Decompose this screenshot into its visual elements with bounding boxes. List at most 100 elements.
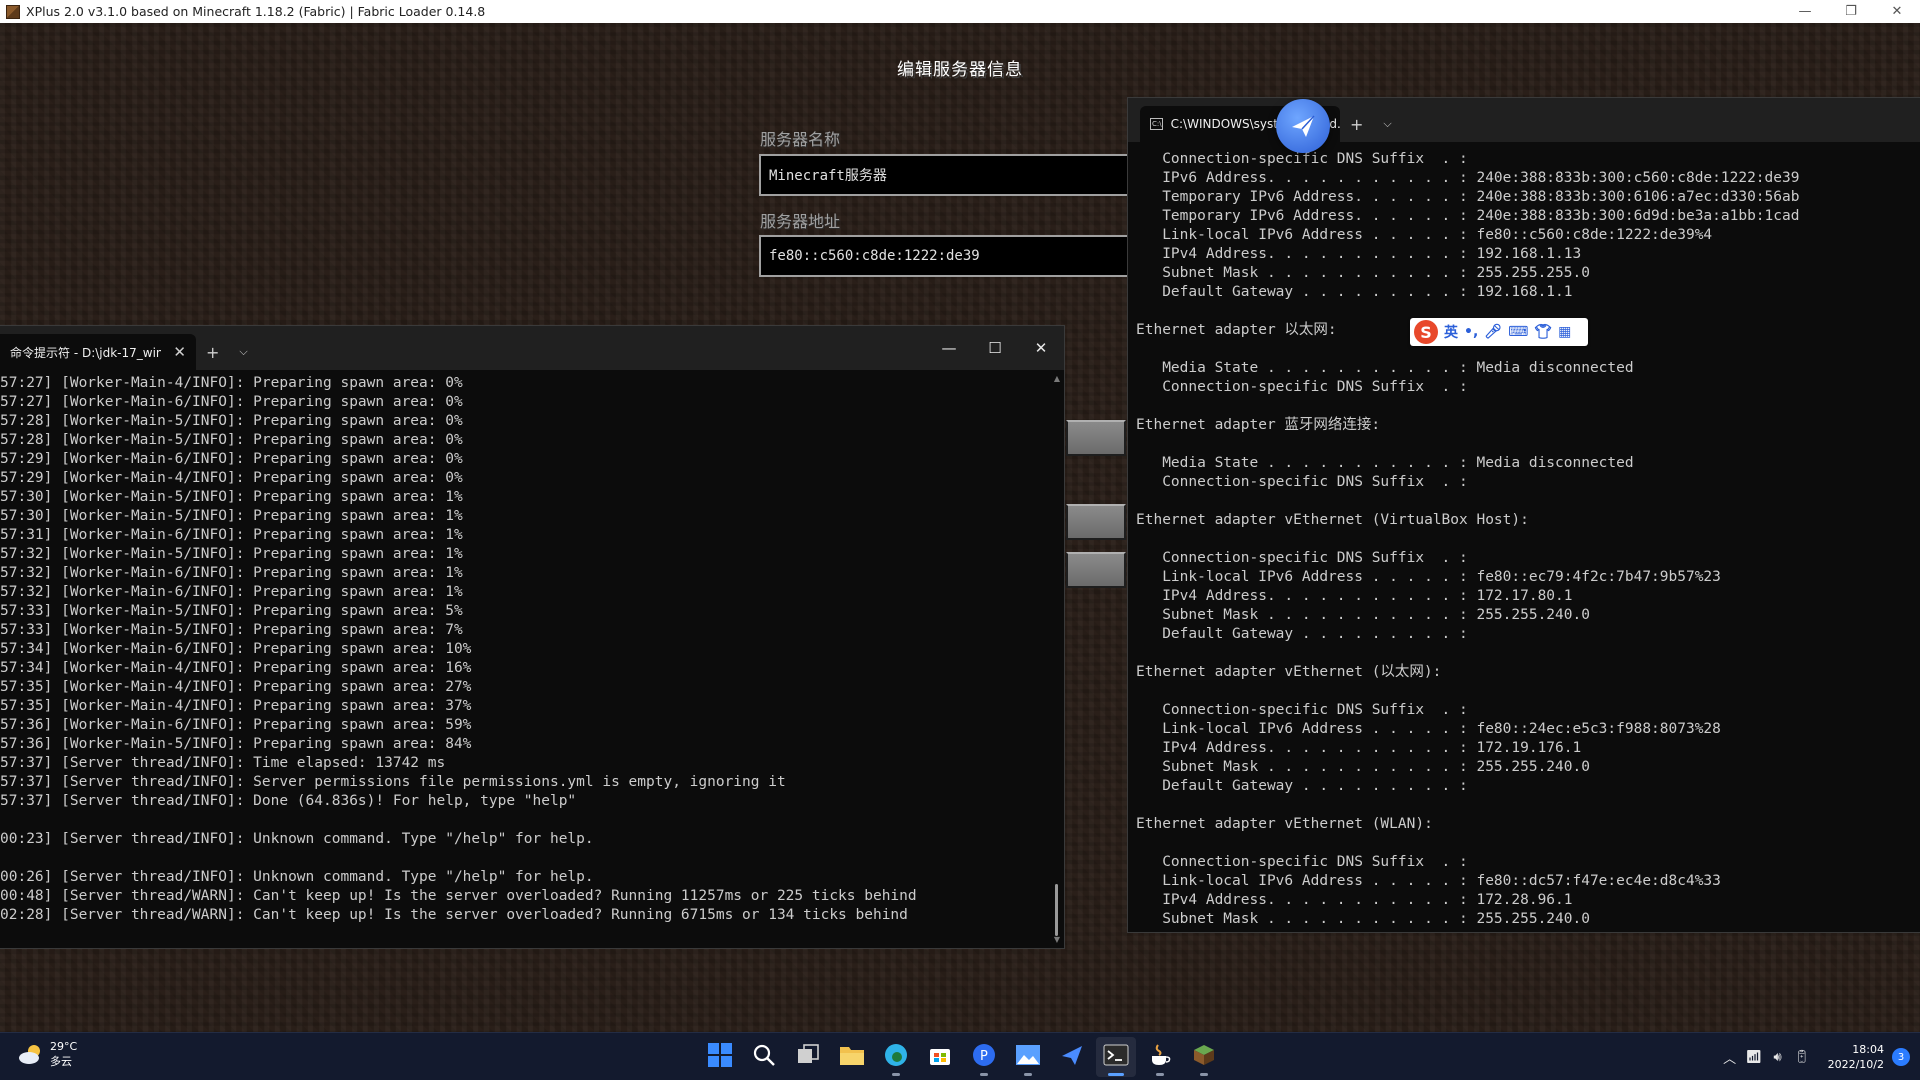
close-button[interactable]: ✕	[1018, 326, 1064, 370]
edge-icon	[883, 1042, 909, 1072]
scroll-up-icon[interactable]: ▲	[1052, 374, 1062, 383]
chevron-down-icon: ⌵	[239, 345, 248, 358]
terminal-line: Subnet Mask . . . . . . . . . . . : 255.…	[1136, 759, 1590, 775]
chevron-up-icon[interactable]: ︿	[1718, 1048, 1742, 1067]
scrollbar-thumb[interactable]	[1055, 884, 1058, 936]
battery-icon[interactable]: 🔋︎	[1790, 1050, 1814, 1065]
terminal-line: IPv4 Address. . . . . . . . . . . : 172.…	[1136, 892, 1573, 908]
terminal-line: 57:36] [Worker-Main-6/INFO]: Preparing s…	[0, 717, 472, 733]
terminal-line: Media State . . . . . . . . . . . : Medi…	[1136, 455, 1634, 471]
microphone-icon[interactable]: 🎤︎	[1484, 324, 1502, 340]
tab-dropdown-button[interactable]: ⌵	[1373, 106, 1401, 142]
terminal-line: IPv4 Address. . . . . . . . . . . : 172.…	[1136, 588, 1573, 604]
minimize-icon: —	[941, 339, 957, 357]
taskbar-button-photos[interactable]	[1008, 1037, 1048, 1077]
terminal-output[interactable]: 57:27] [Worker-Main-4/INFO]: Preparing s…	[0, 374, 1048, 948]
terminal-window-server[interactable]: 命令提示符 - D:\jdk-17_windo ✕ + ⌵ — ☐ ✕ 57:2…	[0, 325, 1065, 949]
terminal-line: 57:28] [Worker-Main-5/INFO]: Preparing s…	[0, 413, 463, 429]
grid-menu-icon[interactable]: ▦	[1558, 324, 1571, 340]
terminal-line: 02:28] [Server thread/WARN]: Can't keep …	[0, 907, 908, 923]
terminal-line: 57:34] [Worker-Main-4/INFO]: Preparing s…	[0, 660, 472, 676]
taskbar-button-search[interactable]	[744, 1037, 784, 1077]
terminal-window-ipconfig[interactable]: C:\ C:\WINDOWS\syste d. ✕ + ⌵ Connection…	[1127, 97, 1920, 933]
notification-badge[interactable]: 3	[1892, 1048, 1910, 1066]
close-icon: ✕	[1891, 4, 1903, 19]
taskbar-button-java[interactable]	[1140, 1037, 1180, 1077]
minecraft-button-partial[interactable]	[1066, 504, 1126, 540]
minimize-button[interactable]: —	[1782, 0, 1828, 23]
taskbar-button-start[interactable]	[700, 1037, 740, 1077]
terminal-tab[interactable]: 命令提示符 - D:\jdk-17_windo ✕	[0, 334, 196, 370]
taskbar-button-minecraft[interactable]	[1184, 1037, 1224, 1077]
terminal-line: Default Gateway . . . . . . . . . : 192.…	[1136, 284, 1573, 300]
weather-description: 多云	[50, 1055, 72, 1068]
close-tab-icon[interactable]: ✕	[173, 343, 186, 361]
terminal-line: IPv4 Address. . . . . . . . . . . : 172.…	[1136, 740, 1582, 756]
plus-icon: +	[206, 342, 220, 362]
terminal-line: Ethernet adapter vEthernet (WLAN):	[1136, 816, 1433, 832]
server-name-input[interactable]: Minecraft服务器	[759, 154, 1129, 196]
new-tab-button[interactable]: +	[1340, 106, 1373, 142]
minimize-button[interactable]: —	[926, 326, 972, 370]
terminal-scrollbar[interactable]: ▲ ▼	[1052, 374, 1062, 944]
terminal-line: 57:36] [Worker-Main-5/INFO]: Preparing s…	[0, 736, 472, 752]
terminal-line: 57:33] [Worker-Main-5/INFO]: Preparing s…	[0, 603, 463, 619]
taskbar-button-task-view[interactable]	[788, 1037, 828, 1077]
keyboard-icon[interactable]: ⌨	[1508, 324, 1528, 340]
tab-dropdown-button[interactable]: ⌵	[229, 334, 257, 370]
weather-widget[interactable]: 29°C 多云	[18, 1039, 77, 1069]
taskbar-button-store[interactable]	[920, 1037, 960, 1077]
taskbar-button-terminal[interactable]	[1096, 1037, 1136, 1077]
terminal-line: 57:35] [Worker-Main-4/INFO]: Preparing s…	[0, 679, 472, 695]
ime-language-toggle[interactable]: 英	[1444, 322, 1458, 342]
skin-icon[interactable]: 👕︎	[1534, 324, 1552, 340]
ime-punctuation-toggle[interactable]: •,	[1464, 324, 1478, 340]
terminal-line: IPv6 Address. . . . . . . . . . . : 240e…	[1136, 170, 1800, 186]
ime-toolbar[interactable]: S 英 •, 🎤︎ ⌨ 👕︎ ▦	[1410, 318, 1588, 346]
minecraft-window-titlebar[interactable]: XPlus 2.0 v3.1.0 based on Minecraft 1.18…	[0, 0, 1920, 23]
new-tab-button[interactable]: +	[196, 334, 229, 370]
minecraft-window-title: XPlus 2.0 v3.1.0 based on Minecraft 1.18…	[26, 4, 486, 19]
terminal-output[interactable]: Connection-specific DNS Suffix . : IPv6 …	[1128, 150, 1910, 932]
close-button[interactable]: ✕	[1874, 0, 1920, 23]
taskbar-pinned-apps: P	[700, 1037, 1224, 1077]
terminal-line: 57:32] [Worker-Main-5/INFO]: Preparing s…	[0, 546, 463, 562]
server-address-input[interactable]: fe80::c560:c8de:1222:de39	[759, 235, 1129, 277]
wifi-icon[interactable]: 📶︎	[1742, 1050, 1766, 1065]
restore-button[interactable]: ❐	[1828, 0, 1874, 23]
minecraft-button-partial[interactable]	[1066, 420, 1126, 456]
taskbar-button-file-explorer[interactable]	[832, 1037, 872, 1077]
feishu-icon	[1059, 1042, 1085, 1072]
terminal-line: Ethernet adapter vEthernet (VirtualBox H…	[1136, 512, 1529, 528]
terminal-line: Ethernet adapter vEthernet (以太网):	[1136, 664, 1442, 680]
minecraft-button-partial[interactable]	[1066, 552, 1126, 588]
taskbar-button-app-p[interactable]: P	[964, 1037, 1004, 1077]
scroll-down-icon[interactable]: ▼	[1052, 935, 1062, 944]
taskbar-button-edge[interactable]	[876, 1037, 916, 1077]
terminal-line: Link-local IPv6 Address . . . . . : fe80…	[1136, 227, 1713, 243]
maximize-button[interactable]: ☐	[972, 326, 1018, 370]
clock-time: 18:04	[1852, 1043, 1884, 1056]
system-tray: ︿ 📶︎ 🔊︎ 🔋︎ 18:04 2022/10/2 3	[1718, 1033, 1920, 1080]
server-name-label: 服务器名称	[760, 130, 841, 149]
volume-icon[interactable]: 🔊︎	[1766, 1050, 1790, 1065]
clock[interactable]: 18:04 2022/10/2	[1828, 1042, 1884, 1072]
terminal-line: Default Gateway . . . . . . . . . :	[1136, 626, 1468, 642]
svg-text:P: P	[980, 1049, 988, 1064]
terminal-line: 57:37] [Server thread/INFO]: Server perm…	[0, 774, 786, 790]
edit-server-title: 编辑服务器信息	[897, 60, 1023, 80]
terminal-line: 57:29] [Worker-Main-6/INFO]: Preparing s…	[0, 451, 463, 467]
terminal-line: 57:30] [Worker-Main-5/INFO]: Preparing s…	[0, 489, 463, 505]
terminal-line: 57:28] [Worker-Main-5/INFO]: Preparing s…	[0, 432, 463, 448]
floating-app-bubble[interactable]	[1276, 99, 1330, 153]
taskbar-button-feishu[interactable]	[1052, 1037, 1092, 1077]
terminal-line: 00:48] [Server thread/WARN]: Can't keep …	[0, 888, 917, 904]
terminal-line: Ethernet adapter 蓝牙网络连接:	[1136, 417, 1381, 433]
terminal-line: 00:23] [Server thread/INFO]: Unknown com…	[0, 831, 594, 847]
